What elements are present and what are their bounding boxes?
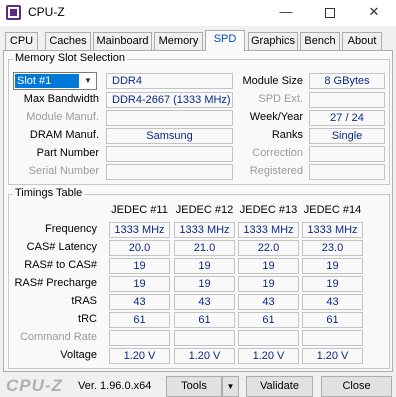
timings-cell: 1333 MHz [302,222,363,238]
timings-row-label: RAS# to CAS# [24,259,97,271]
serial-number-label: Serial Number [28,165,99,177]
cpuz-brand-logo: CPU-Z [6,376,63,395]
max-bandwidth-label: Max Bandwidth [23,93,99,105]
chevron-down-icon: ▼ [84,76,92,85]
module-size-label: Module Size [242,75,303,87]
ranks-field: Single [309,128,385,144]
spd-panel: Memory Slot Selection Slot #1 ▼ DDR4 Max… [3,50,393,372]
tools-button[interactable]: Tools [166,376,222,397]
timings-table-group: Timings Table JEDEC #11 JEDEC #12 JEDEC #1… [8,187,390,369]
timings-cell: 19 [238,258,299,274]
timings-table-title: Timings Table [13,187,85,199]
timings-cell: 1333 MHz [109,222,170,238]
module-size-field: 8 GBytes [309,73,385,89]
memory-slot-selection-group: Memory Slot Selection Slot #1 ▼ DDR4 Max… [8,52,390,185]
part-number-label: Part Number [36,147,99,159]
dram-manuf-label: DRAM Manuf. [29,129,99,141]
timings-cell: 19 [174,258,235,274]
tab-spd[interactable]: SPD [205,30,245,51]
maximize-button[interactable] [308,0,352,26]
chevron-down-icon: ▼ [226,382,235,391]
ranks-label: Ranks [271,129,303,141]
timings-row-label: tRC [78,313,97,325]
timings-cell: 19 [302,258,363,274]
timings-cell: 61 [302,312,363,328]
timings-cell: 1333 MHz [238,222,299,238]
memory-slot-selection-title: Memory Slot Selection [13,52,128,64]
correction-label: Correction [252,147,303,159]
timings-cell: 1.20 V [174,348,235,364]
tab-about[interactable]: About [342,32,382,50]
timings-cell: 21.0 [174,240,235,256]
spd-ext-field [309,92,385,108]
registered-field [309,164,385,180]
timings-cell: 22.0 [238,240,299,256]
slot-select-value: Slot #1 [15,74,79,88]
timings-row-label: RAS# Precharge [14,277,97,289]
tab-cpu[interactable]: CPU [5,32,38,50]
timings-cell: 1333 MHz [174,222,235,238]
cpuz-app-icon [6,5,21,20]
serial-number-field [106,164,233,180]
close-window-button[interactable]: ✕ [352,0,396,26]
part-number-field [106,146,233,162]
timings-cell: 1.20 V [109,348,170,364]
timings-cell: 1.20 V [238,348,299,364]
window-title: CPU-Z [28,5,65,19]
timings-cell: 19 [302,276,363,292]
timings-cell: 43 [238,294,299,310]
timings-row-label: Command Rate [19,331,97,343]
timings-cell [174,330,235,346]
timings-cell: 61 [238,312,299,328]
timings-cell: 23.0 [302,240,363,256]
module-manuf-field [106,110,233,126]
tab-bench[interactable]: Bench [300,32,340,50]
timings-cell: 19 [174,276,235,292]
module-manuf-label: Module Manuf. [26,111,99,123]
dram-manuf-field: Samsung [106,128,233,144]
timings-row-label: Frequency [45,223,97,235]
tab-mainboard[interactable]: Mainboard [93,32,152,50]
tab-strip: CPU Caches Mainboard Memory SPD Graphics… [3,30,393,51]
timings-row-label: Voltage [60,349,97,361]
timings-cell: 20.0 [109,240,170,256]
timings-cell: 43 [302,294,363,310]
timings-column-header: JEDEC #12 [175,204,234,216]
timings-row-label: CAS# Latency [26,241,97,253]
version-text: Ver. 1.96.0.x64 [78,380,152,392]
timings-cell: 19 [109,276,170,292]
timings-cell: 61 [109,312,170,328]
timings-cell: 19 [238,276,299,292]
timings-column-header: JEDEC #14 [303,204,362,216]
timings-cell [238,330,299,346]
minimize-button[interactable]: — [264,0,308,26]
timings-cell: 19 [109,258,170,274]
title-bar: CPU-Z — ✕ [0,0,396,26]
tab-graphics[interactable]: Graphics [248,32,298,50]
timings-column-header: JEDEC #11 [111,204,168,216]
timings-row-label: tRAS [71,295,97,307]
maximize-icon [325,7,335,18]
timings-cell [302,330,363,346]
week-year-field: 27 / 24 [309,110,385,126]
close-button[interactable]: Close [321,376,392,397]
timings-cell: 1.20 V [302,348,363,364]
validate-button[interactable]: Validate [246,376,313,397]
registered-label: Registered [249,165,303,177]
slot-select[interactable]: Slot #1 ▼ [13,72,97,90]
tab-memory[interactable]: Memory [154,32,203,50]
tools-dropdown-arrow[interactable]: ▼ [222,376,239,397]
spd-ext-label: SPD Ext. [258,93,303,105]
memory-type-field: DDR4 [106,73,233,89]
timings-cell [109,330,170,346]
timings-cell: 43 [174,294,235,310]
max-bandwidth-field: DDR4-2667 (1333 MHz) [106,92,233,108]
timings-column-header: JEDEC #13 [239,204,298,216]
timings-cell: 43 [109,294,170,310]
tab-caches[interactable]: Caches [45,32,91,50]
timings-cell: 61 [174,312,235,328]
correction-field [309,146,385,162]
week-year-label: Week/Year [249,111,303,123]
